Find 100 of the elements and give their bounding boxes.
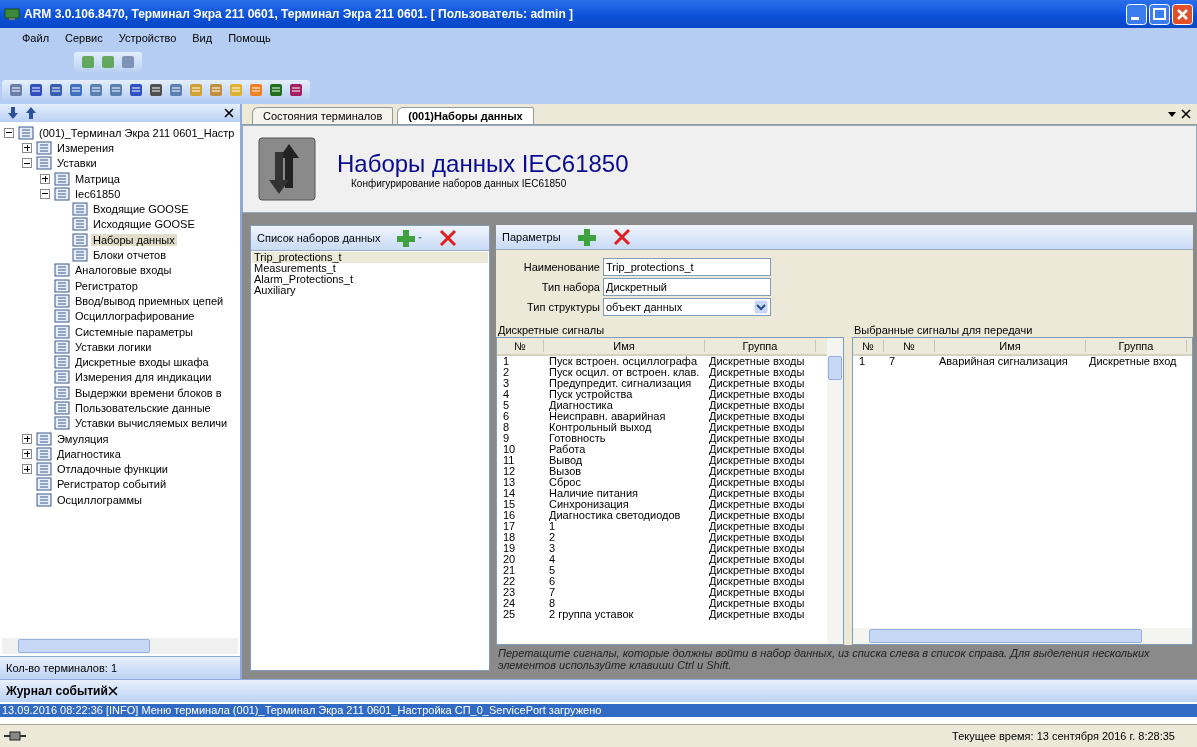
table-cell-text: Дискретные входы — [708, 356, 806, 367]
list-item[interactable]: Auxiliary — [252, 285, 488, 296]
table-cell-text: Дискретные входы — [708, 543, 806, 554]
column-header[interactable]: № — [884, 340, 935, 352]
table-cell-text: 22 — [502, 576, 517, 587]
table-icon — [54, 278, 70, 293]
horizontal-scrollbar[interactable] — [2, 638, 238, 654]
tree-item[interactable]: Исходящие GOOSE — [91, 218, 197, 231]
menu-item[interactable]: Файл — [22, 32, 50, 46]
tree-item[interactable]: Пользовательские данные — [73, 402, 213, 414]
tree-item[interactable]: Выдержки времени блоков в — [73, 386, 224, 399]
table-cell-text: 8 — [502, 422, 511, 433]
tree-expander[interactable] — [22, 433, 32, 444]
tab[interactable]: (001)Наборы данных — [397, 107, 534, 124]
tree-item[interactable]: Ввод/вывод приемных цепей — [73, 294, 226, 307]
tree-item[interactable]: Системные параметры — [73, 325, 196, 338]
tree-item[interactable]: Регистратор событий — [55, 478, 169, 491]
tree-item[interactable]: Уставки логики — [73, 340, 154, 353]
delete-icon[interactable] — [438, 229, 457, 247]
table-cell-text: Дискретные входы — [708, 510, 806, 521]
list-title: Выбранные сигналы для передачи — [853, 324, 1034, 337]
tree-expander[interactable] — [40, 188, 50, 199]
menu-item[interactable]: Помощь — [228, 32, 271, 46]
tree-item[interactable]: (001)_Терминал Экра 211 0601_Настр — [37, 126, 237, 139]
tree-item[interactable]: Осциллографирование — [73, 310, 197, 323]
menu-item[interactable]: Сервис — [65, 32, 103, 46]
table-cell-text: Диагностика — [548, 400, 613, 411]
list-item[interactable]: Alarm_Protections_t — [252, 274, 488, 285]
horizontal-scrollbar[interactable] — [853, 628, 1192, 644]
tab[interactable]: Состояния терминалов — [252, 107, 394, 124]
table-cell-text: Дискретные вход — [1088, 356, 1178, 367]
maximize-icon[interactable] — [1149, 3, 1170, 25]
arrow-down-icon[interactable] — [6, 106, 20, 120]
tree-item[interactable]: Измерения — [55, 141, 117, 154]
close-icon[interactable] — [1181, 109, 1191, 119]
tree-expander[interactable] — [4, 127, 14, 138]
column-header[interactable]: Имя — [935, 340, 1086, 352]
vertical-scrollbar[interactable] — [827, 338, 843, 644]
tree-expander[interactable] — [22, 142, 32, 153]
tree-item[interactable]: Уставки вычисляемых величи — [73, 417, 230, 430]
list-item[interactable]: Trip_protections_t — [252, 252, 488, 263]
close-icon[interactable] — [224, 108, 234, 118]
add-icon[interactable] — [396, 229, 423, 247]
chevron-down-icon — [754, 300, 768, 314]
add-icon[interactable] — [576, 228, 597, 246]
column-header[interactable]: Группа — [705, 340, 816, 352]
column-header[interactable]: № — [853, 340, 884, 352]
table-cell-text: Дискретные входы — [708, 576, 806, 587]
table-cell-text: Дискретные входы — [708, 389, 806, 400]
text-field[interactable]: Дискретный — [603, 278, 771, 296]
table-icon — [36, 431, 52, 446]
delete-icon[interactable] — [612, 228, 631, 246]
panel-title: Параметры — [502, 231, 561, 243]
log-entry[interactable]: 13.09.2016 08:22:36 [INFO] Меню терминала (001)_Терминал Экра 211 0601_Настройка СП_0_ServicePort загружено — [0, 704, 1197, 717]
status-time: Текущее время: 13 сентября 2016 г. 8:28:35 — [952, 730, 1175, 742]
arrow-up-icon[interactable] — [24, 106, 38, 120]
tree-item[interactable]: Измерения для индикации — [73, 371, 214, 384]
dropdown-icon[interactable] — [1167, 109, 1177, 119]
tree-item[interactable]: Диагностика — [55, 447, 123, 460]
table-cell-text: 25 — [502, 609, 517, 620]
column-header[interactable]: Имя — [544, 340, 705, 352]
table-cell-text: Дискретные входы — [708, 433, 806, 444]
table-cell-text: Пуск осцил. от встроен. клав. — [548, 367, 701, 378]
table-icon — [54, 324, 70, 339]
close-icon[interactable] — [107, 686, 118, 696]
tree-expander[interactable] — [40, 173, 50, 184]
column-header[interactable]: № — [497, 340, 544, 352]
tree-item[interactable]: Iec61850 — [73, 187, 123, 200]
tree-expander[interactable] — [22, 448, 32, 459]
column-header[interactable]: Группа — [1086, 340, 1187, 352]
select-field[interactable]: объект данных — [603, 298, 771, 316]
tree-item[interactable]: Эмуляция — [55, 432, 111, 445]
tree-item[interactable]: Входящие GOOSE — [91, 203, 191, 216]
menu-item[interactable]: Вид — [192, 32, 213, 46]
tree-item[interactable]: Блоки отчетов — [91, 249, 169, 261]
minimize-icon[interactable] — [1126, 3, 1147, 25]
tree-item[interactable]: Отладочные функции — [55, 463, 170, 476]
tree-item[interactable]: Уставки — [55, 157, 99, 170]
tree-item[interactable]: Аналоговые входы — [73, 264, 174, 277]
table-cell-text: 5 — [502, 400, 511, 411]
table-icon — [72, 248, 88, 262]
tree-expander[interactable] — [22, 158, 32, 169]
table-cell-text: Аварийная сигнализация — [938, 356, 1069, 367]
table-cell-text: Диагностика светодиодов — [548, 510, 682, 521]
table-cell-text: 17 — [502, 521, 517, 532]
text-field[interactable]: Trip_protections_t — [603, 258, 771, 276]
tree-item[interactable]: Матрица — [73, 172, 122, 185]
table-cell-text: Дискретные входы — [708, 400, 806, 411]
tree-item[interactable]: Наборы данных — [91, 233, 177, 246]
tree-item[interactable]: Регистратор — [73, 279, 140, 292]
table-cell-text: 6 — [502, 411, 511, 422]
tree-item[interactable]: Осциллограммы — [55, 493, 144, 506]
list-item[interactable]: Measurements_t — [252, 263, 488, 274]
table-cell-text: 2 группа уставок — [548, 609, 635, 620]
tree-item[interactable]: Дискретные входы шкафа — [73, 356, 211, 369]
arrows-up-down-icon — [257, 136, 317, 202]
tree-expander[interactable] — [22, 464, 32, 475]
table-cell-text: 4 — [502, 389, 511, 400]
menu-item[interactable]: Устройство — [118, 32, 177, 46]
table-icon — [54, 293, 70, 308]
